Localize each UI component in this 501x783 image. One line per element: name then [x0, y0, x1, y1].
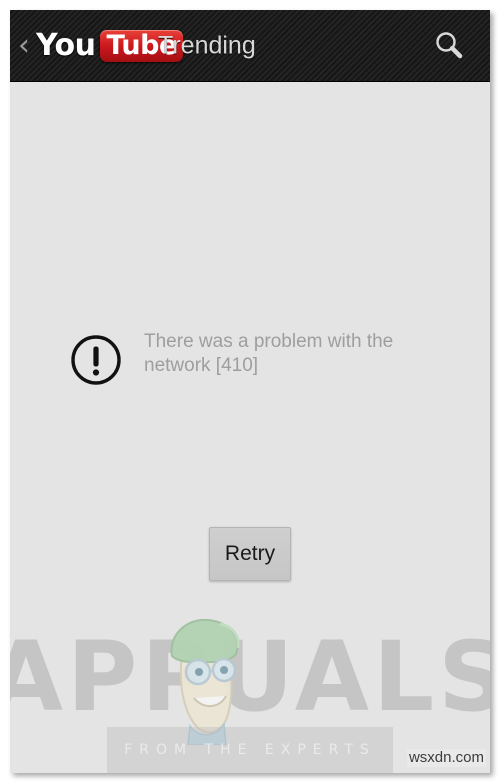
retry-button[interactable]: Retry	[209, 527, 291, 581]
page-title: Trending	[158, 31, 256, 59]
network-error-block: There was a problem with the network [41…	[70, 330, 420, 391]
content-area: There was a problem with the network [41…	[10, 82, 490, 773]
watermark-brand-text: APPUALS	[10, 621, 490, 733]
action-bar: ‹ You Tube Trending	[10, 10, 490, 82]
watermark-mascot-icon	[170, 618, 240, 745]
search-icon	[436, 31, 463, 58]
retry-button-label: Retry	[224, 542, 276, 565]
exclamation-circle-icon	[70, 334, 122, 391]
watermark-tagline-text: FROM THE EXPERTS	[124, 742, 376, 758]
youtube-logo-you-text: You	[36, 27, 96, 63]
watermark-tagline-bar: FROM THE EXPERTS	[107, 727, 393, 773]
site-watermark: wsxdn.com	[406, 749, 486, 767]
back-chevron-icon[interactable]: ‹	[18, 30, 30, 61]
appuals-watermark: APPUALS FROM THE EXPERTS	[10, 598, 490, 773]
phone-screenshot: ‹ You Tube Trending There was a problem …	[10, 10, 490, 773]
error-message: There was a problem with the network [41…	[144, 331, 394, 376]
search-button[interactable]	[426, 23, 472, 69]
